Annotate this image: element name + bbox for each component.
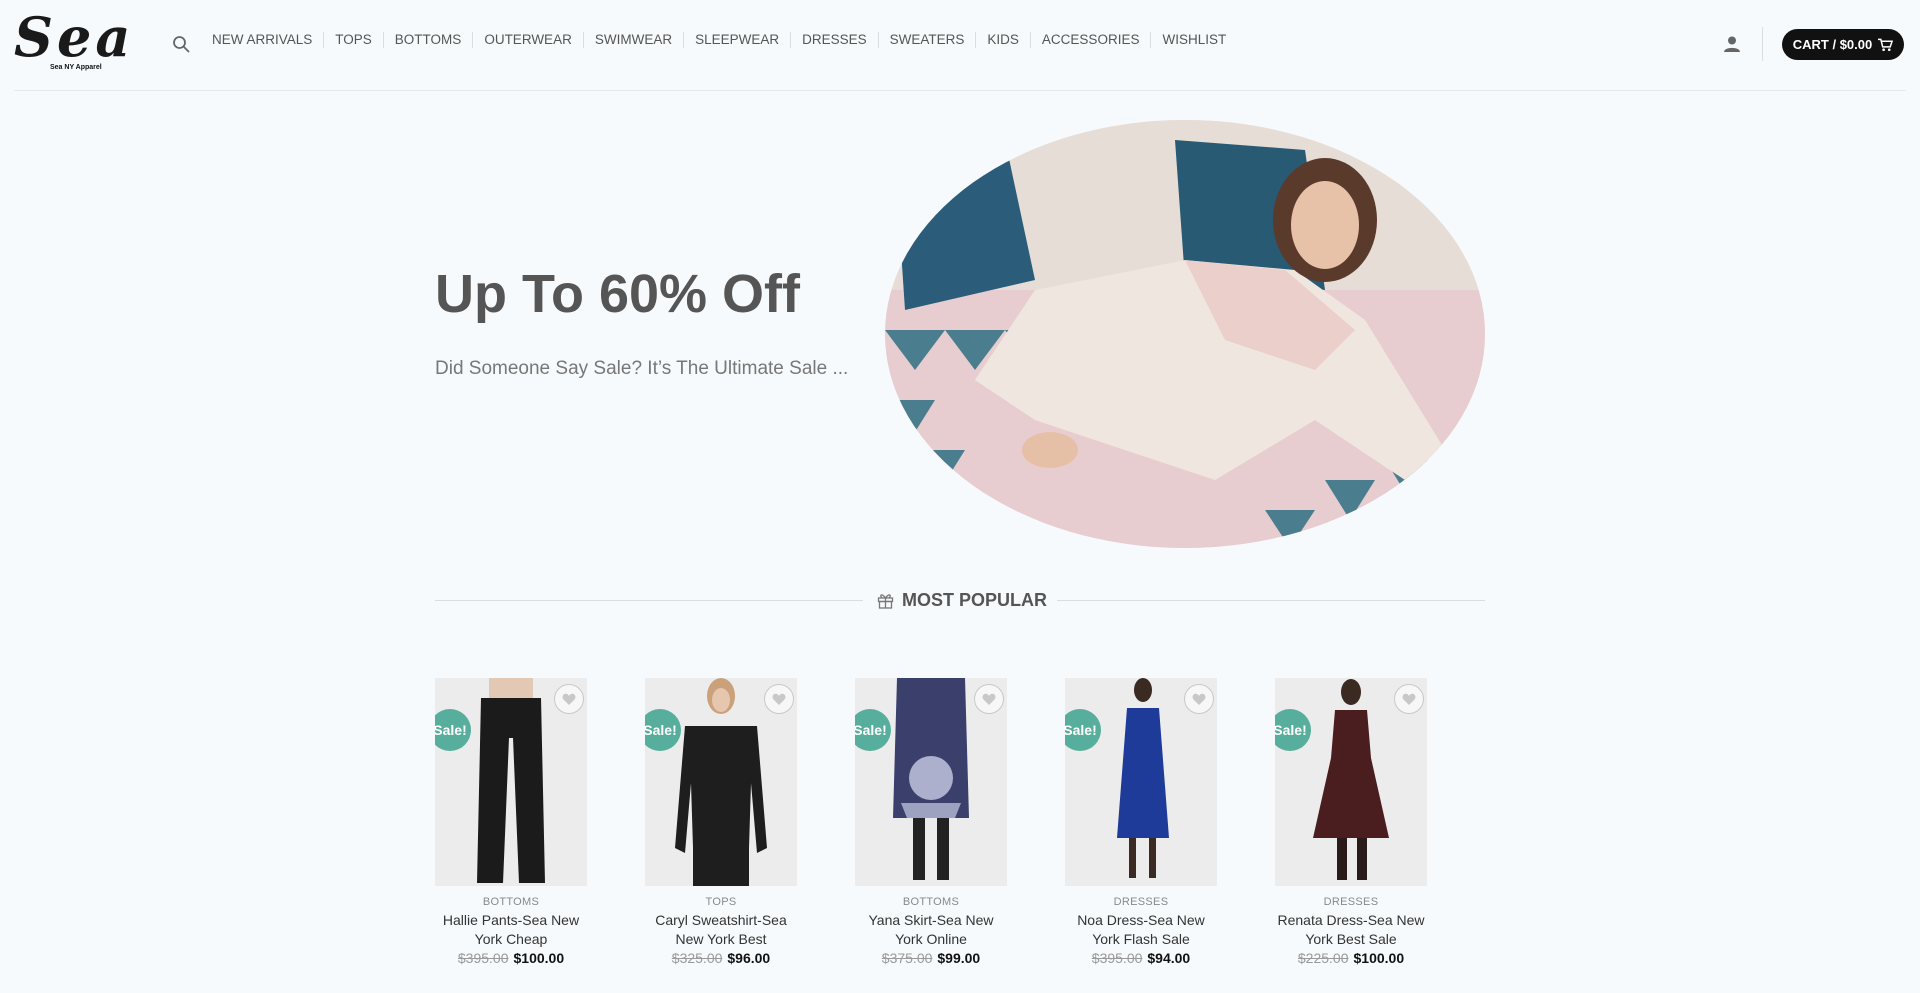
old-price: $325.00 [671,950,723,966]
header-divider [1762,27,1763,61]
product-card[interactable]: Sale! BOTTOMS Yana Skirt-Sea New York On… [855,678,1007,966]
old-price: $395.00 [457,950,509,966]
hero-image[interactable] [885,120,1485,548]
nav-new-arrivals[interactable]: NEW ARRIVALS [212,32,323,48]
heart-icon[interactable] [974,684,1004,714]
product-image[interactable]: Sale! [435,678,587,886]
section-title: MOST POPULAR [902,589,1048,610]
product-image[interactable]: Sale! [1065,678,1217,886]
logo[interactable]: Sea Sea NY Apparel [14,5,144,74]
main-nav: NEW ARRIVALS TOPS BOTTOMS OUTERWEAR SWIM… [212,32,1237,48]
heart-icon[interactable] [1184,684,1214,714]
nav-dresses[interactable]: DRESSES [790,32,878,48]
product-category[interactable]: TOPS [645,896,797,908]
heading-rule-right [1057,600,1485,601]
heart-icon[interactable] [764,684,794,714]
product-image[interactable]: Sale! [645,678,797,886]
sale-price: $100.00 [513,950,565,966]
hero-photo-illustration [885,120,1485,548]
nav-outerwear[interactable]: OUTERWEAR [472,32,583,48]
heart-icon[interactable] [554,684,584,714]
product-category[interactable]: BOTTOMS [855,896,1007,908]
heading-rule-left [435,600,863,601]
header-divider-line [14,90,1906,91]
sale-price: $94.00 [1147,950,1191,966]
product-price: $225.00 $100.00 [1275,950,1427,966]
sale-price: $96.00 [727,950,771,966]
product-name[interactable]: Noa Dress-Sea New York Flash Sale [1065,911,1217,949]
product-price: $375.00 $99.00 [855,950,1007,966]
product-card[interactable]: Sale! TOPS Caryl Sweatshirt-Sea New York… [645,678,797,966]
hero-subtitle: Did Someone Say Sale? It’s The Ultimate … [435,358,849,379]
old-price: $395.00 [1091,950,1143,966]
sale-price: $100.00 [1353,950,1405,966]
product-price: $325.00 $96.00 [645,950,797,966]
product-name[interactable]: Yana Skirt-Sea New York Online [855,911,1007,949]
sale-price: $99.00 [937,950,981,966]
section-heading: MOST POPULAR [435,583,1485,617]
product-name[interactable]: Hallie Pants-Sea New York Cheap [435,911,587,949]
nav-sweaters[interactable]: SWEATERS [877,32,976,48]
product-name[interactable]: Renata Dress-Sea New York Best Sale [1275,911,1427,949]
product-name[interactable]: Caryl Sweatshirt-Sea New York Best [645,911,797,949]
product-category[interactable]: BOTTOMS [435,896,587,908]
logo-tagline: Sea NY Apparel [50,64,102,71]
search-icon[interactable] [172,35,190,53]
cart-label: CART / $0.00 [1792,37,1873,52]
product-image[interactable]: Sale! [855,678,1007,886]
nav-wishlist[interactable]: WISHLIST [1150,32,1237,48]
cart-button[interactable]: CART / $0.00 [1782,29,1904,60]
site-header: Sea Sea NY Apparel NEW ARRIVALS TOPS BOT… [0,0,1920,90]
nav-accessories[interactable]: ACCESSORIES [1029,32,1151,48]
nav-sleepwear[interactable]: SLEEPWEAR [683,32,790,48]
nav-tops[interactable]: TOPS [323,32,383,48]
product-card[interactable]: Sale! DRESSES Renata Dress-Sea New York … [1275,678,1427,966]
heart-icon[interactable] [1394,684,1424,714]
user-icon[interactable] [1723,35,1741,53]
product-image[interactable]: Sale! [1275,678,1427,886]
gift-icon [877,593,894,609]
product-card[interactable]: Sale! BOTTOMS Hallie Pants-Sea New York … [435,678,587,966]
nav-swimwear[interactable]: SWIMWEAR [582,32,683,48]
product-price: $395.00 $94.00 [1065,950,1217,966]
product-price: $395.00 $100.00 [435,950,587,966]
heading-content: MOST POPULAR [877,583,1047,617]
product-category[interactable]: DRESSES [1275,896,1427,908]
old-price: $375.00 [881,950,933,966]
nav-bottoms[interactable]: BOTTOMS [382,32,473,48]
product-card[interactable]: Sale! DRESSES Noa Dress-Sea New York Fla… [1065,678,1217,966]
hero-title: Up To 60% Off [435,264,801,324]
nav-kids[interactable]: KIDS [975,32,1030,48]
old-price: $225.00 [1297,950,1349,966]
product-category[interactable]: DRESSES [1065,896,1217,908]
shopping-cart-icon [1878,38,1894,51]
logo-text: Sea [14,5,135,69]
